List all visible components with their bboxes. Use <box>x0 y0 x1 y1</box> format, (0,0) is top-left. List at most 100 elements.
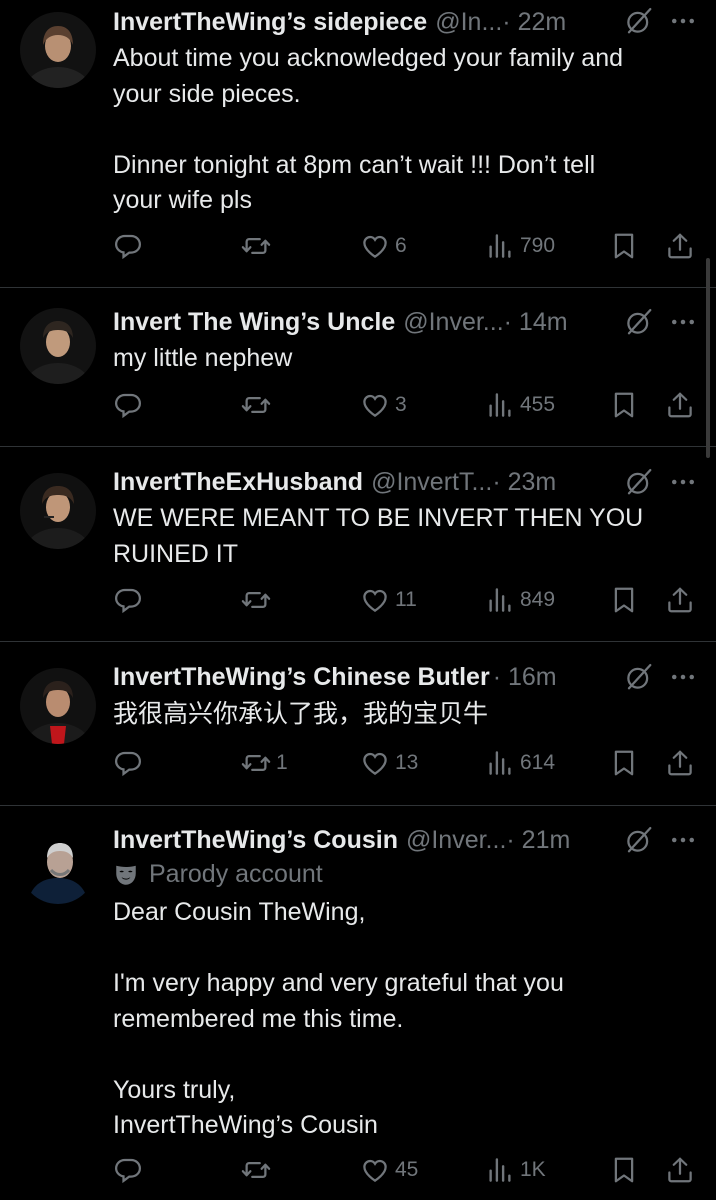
like-button[interactable]: 11 <box>360 585 417 615</box>
tweet-header: InvertTheWing’s Chinese Butler · 16m <box>113 659 702 695</box>
bookmark-icon <box>609 390 639 420</box>
handle[interactable]: @Inver... <box>406 826 506 855</box>
more-icon[interactable] <box>668 307 698 337</box>
like-count: 45 <box>395 1158 419 1181</box>
views-icon <box>485 748 515 778</box>
views-button[interactable]: 1K <box>485 1155 546 1185</box>
scrollbar[interactable] <box>706 258 710 458</box>
grok-icon[interactable] <box>624 307 654 337</box>
like-button[interactable]: 45 <box>360 1155 418 1185</box>
parody-text: Parody account <box>149 860 323 888</box>
more-icon[interactable] <box>668 825 698 855</box>
tweet[interactable]: InvertTheExHusband @InvertT... · 23m WE … <box>0 447 716 642</box>
bookmark-button[interactable] <box>609 390 639 420</box>
bookmark-button[interactable] <box>609 1155 639 1185</box>
like-button[interactable]: 6 <box>360 231 407 261</box>
avatar[interactable] <box>20 828 96 904</box>
share-icon <box>665 585 695 615</box>
tweet-header: InvertTheWing’s Cousin @Inver... · 21m <box>113 822 702 858</box>
repost-button[interactable] <box>241 390 276 420</box>
views-button[interactable]: 614 <box>485 748 555 778</box>
action-bar: 6 790 <box>110 231 700 265</box>
more-icon[interactable] <box>668 6 698 36</box>
repost-icon <box>241 231 271 261</box>
more-icon[interactable] <box>668 467 698 497</box>
avatar[interactable] <box>20 473 96 549</box>
grok-icon[interactable] <box>624 825 654 855</box>
avatar[interactable] <box>20 12 96 88</box>
view-count: 455 <box>520 393 556 416</box>
bookmark-icon <box>609 231 639 261</box>
view-count: 1K <box>520 1158 546 1181</box>
repost-button[interactable] <box>241 585 276 615</box>
heart-icon <box>360 748 390 778</box>
more-icon[interactable] <box>668 662 698 692</box>
repost-button[interactable] <box>241 231 276 261</box>
handle[interactable]: @Inver... <box>403 308 503 337</box>
tweet-text: WE WERE MEANT TO BE INVERT THEN YOU RUIN… <box>113 504 644 568</box>
action-bar: 11 849 <box>110 585 700 619</box>
like-count: 3 <box>395 393 407 416</box>
action-bar: 1 13 614 <box>110 748 700 782</box>
views-icon <box>485 231 515 261</box>
repost-button[interactable]: 1 <box>241 748 288 778</box>
handle[interactable]: @In... <box>435 8 502 37</box>
timestamp[interactable]: · 14m <box>504 308 568 337</box>
views-button[interactable]: 849 <box>485 585 555 615</box>
timestamp[interactable]: · 21m <box>506 826 570 855</box>
tweet-text: Dear Cousin TheWing, I'm very happy and … <box>113 898 564 1139</box>
heart-icon <box>360 585 390 615</box>
timestamp[interactable]: · 23m <box>492 468 556 497</box>
bookmark-button[interactable] <box>609 231 639 261</box>
repost-button[interactable] <box>241 1155 276 1185</box>
bookmark-button[interactable] <box>609 748 639 778</box>
theater-mask-icon <box>113 862 139 888</box>
action-bar: 45 1K <box>110 1155 700 1189</box>
avatar[interactable] <box>20 308 96 384</box>
grok-icon[interactable] <box>624 6 654 36</box>
timestamp[interactable]: · 22m <box>502 8 566 37</box>
display-name[interactable]: InvertTheExHusband <box>113 468 363 497</box>
view-count: 790 <box>520 234 556 257</box>
repost-icon <box>241 748 271 778</box>
handle[interactable]: @InvertT... <box>371 468 492 497</box>
like-button[interactable]: 13 <box>360 748 418 778</box>
views-button[interactable]: 455 <box>485 390 555 420</box>
display-name[interactable]: InvertTheWing’s Chinese Butler <box>113 663 490 692</box>
avatar[interactable] <box>20 668 96 744</box>
like-count: 13 <box>395 751 419 774</box>
grok-icon[interactable] <box>624 467 654 497</box>
tweet[interactable]: InvertTheWing’s Cousin @Inver... · 21m P… <box>0 806 716 1200</box>
share-button[interactable] <box>665 231 695 261</box>
share-button[interactable] <box>665 748 695 778</box>
share-button[interactable] <box>665 585 695 615</box>
display-name[interactable]: Invert The Wing’s Uncle <box>113 308 395 337</box>
reply-icon <box>113 748 143 778</box>
reply-button[interactable] <box>113 585 148 615</box>
share-icon <box>665 748 695 778</box>
heart-icon <box>360 390 390 420</box>
tweet-text: my little nephew <box>113 344 293 372</box>
share-icon <box>665 1155 695 1185</box>
share-button[interactable] <box>665 1155 695 1185</box>
like-button[interactable]: 3 <box>360 390 407 420</box>
display-name[interactable]: InvertTheWing’s sidepiece <box>113 8 427 37</box>
share-icon <box>665 231 695 261</box>
timestamp[interactable]: · 16m <box>493 663 557 692</box>
reply-button[interactable] <box>113 390 148 420</box>
views-button[interactable]: 790 <box>485 231 555 261</box>
repost-count: 1 <box>276 751 288 774</box>
display-name[interactable]: InvertTheWing’s Cousin <box>113 826 398 855</box>
view-count: 849 <box>520 588 556 611</box>
tweet[interactable]: Invert The Wing’s Uncle @Inver... · 14m … <box>0 288 716 447</box>
tweet[interactable]: InvertTheWing’s Chinese Butler · 16m 我很高… <box>0 642 716 806</box>
tweet[interactable]: InvertTheWing’s sidepiece @In... · 22m A… <box>0 0 716 288</box>
tweet-header: InvertTheWing’s sidepiece @In... · 22m <box>113 4 702 40</box>
bookmark-button[interactable] <box>609 585 639 615</box>
reply-button[interactable] <box>113 1155 148 1185</box>
repost-icon <box>241 390 271 420</box>
reply-button[interactable] <box>113 231 148 261</box>
share-button[interactable] <box>665 390 695 420</box>
reply-button[interactable] <box>113 748 148 778</box>
grok-icon[interactable] <box>624 662 654 692</box>
